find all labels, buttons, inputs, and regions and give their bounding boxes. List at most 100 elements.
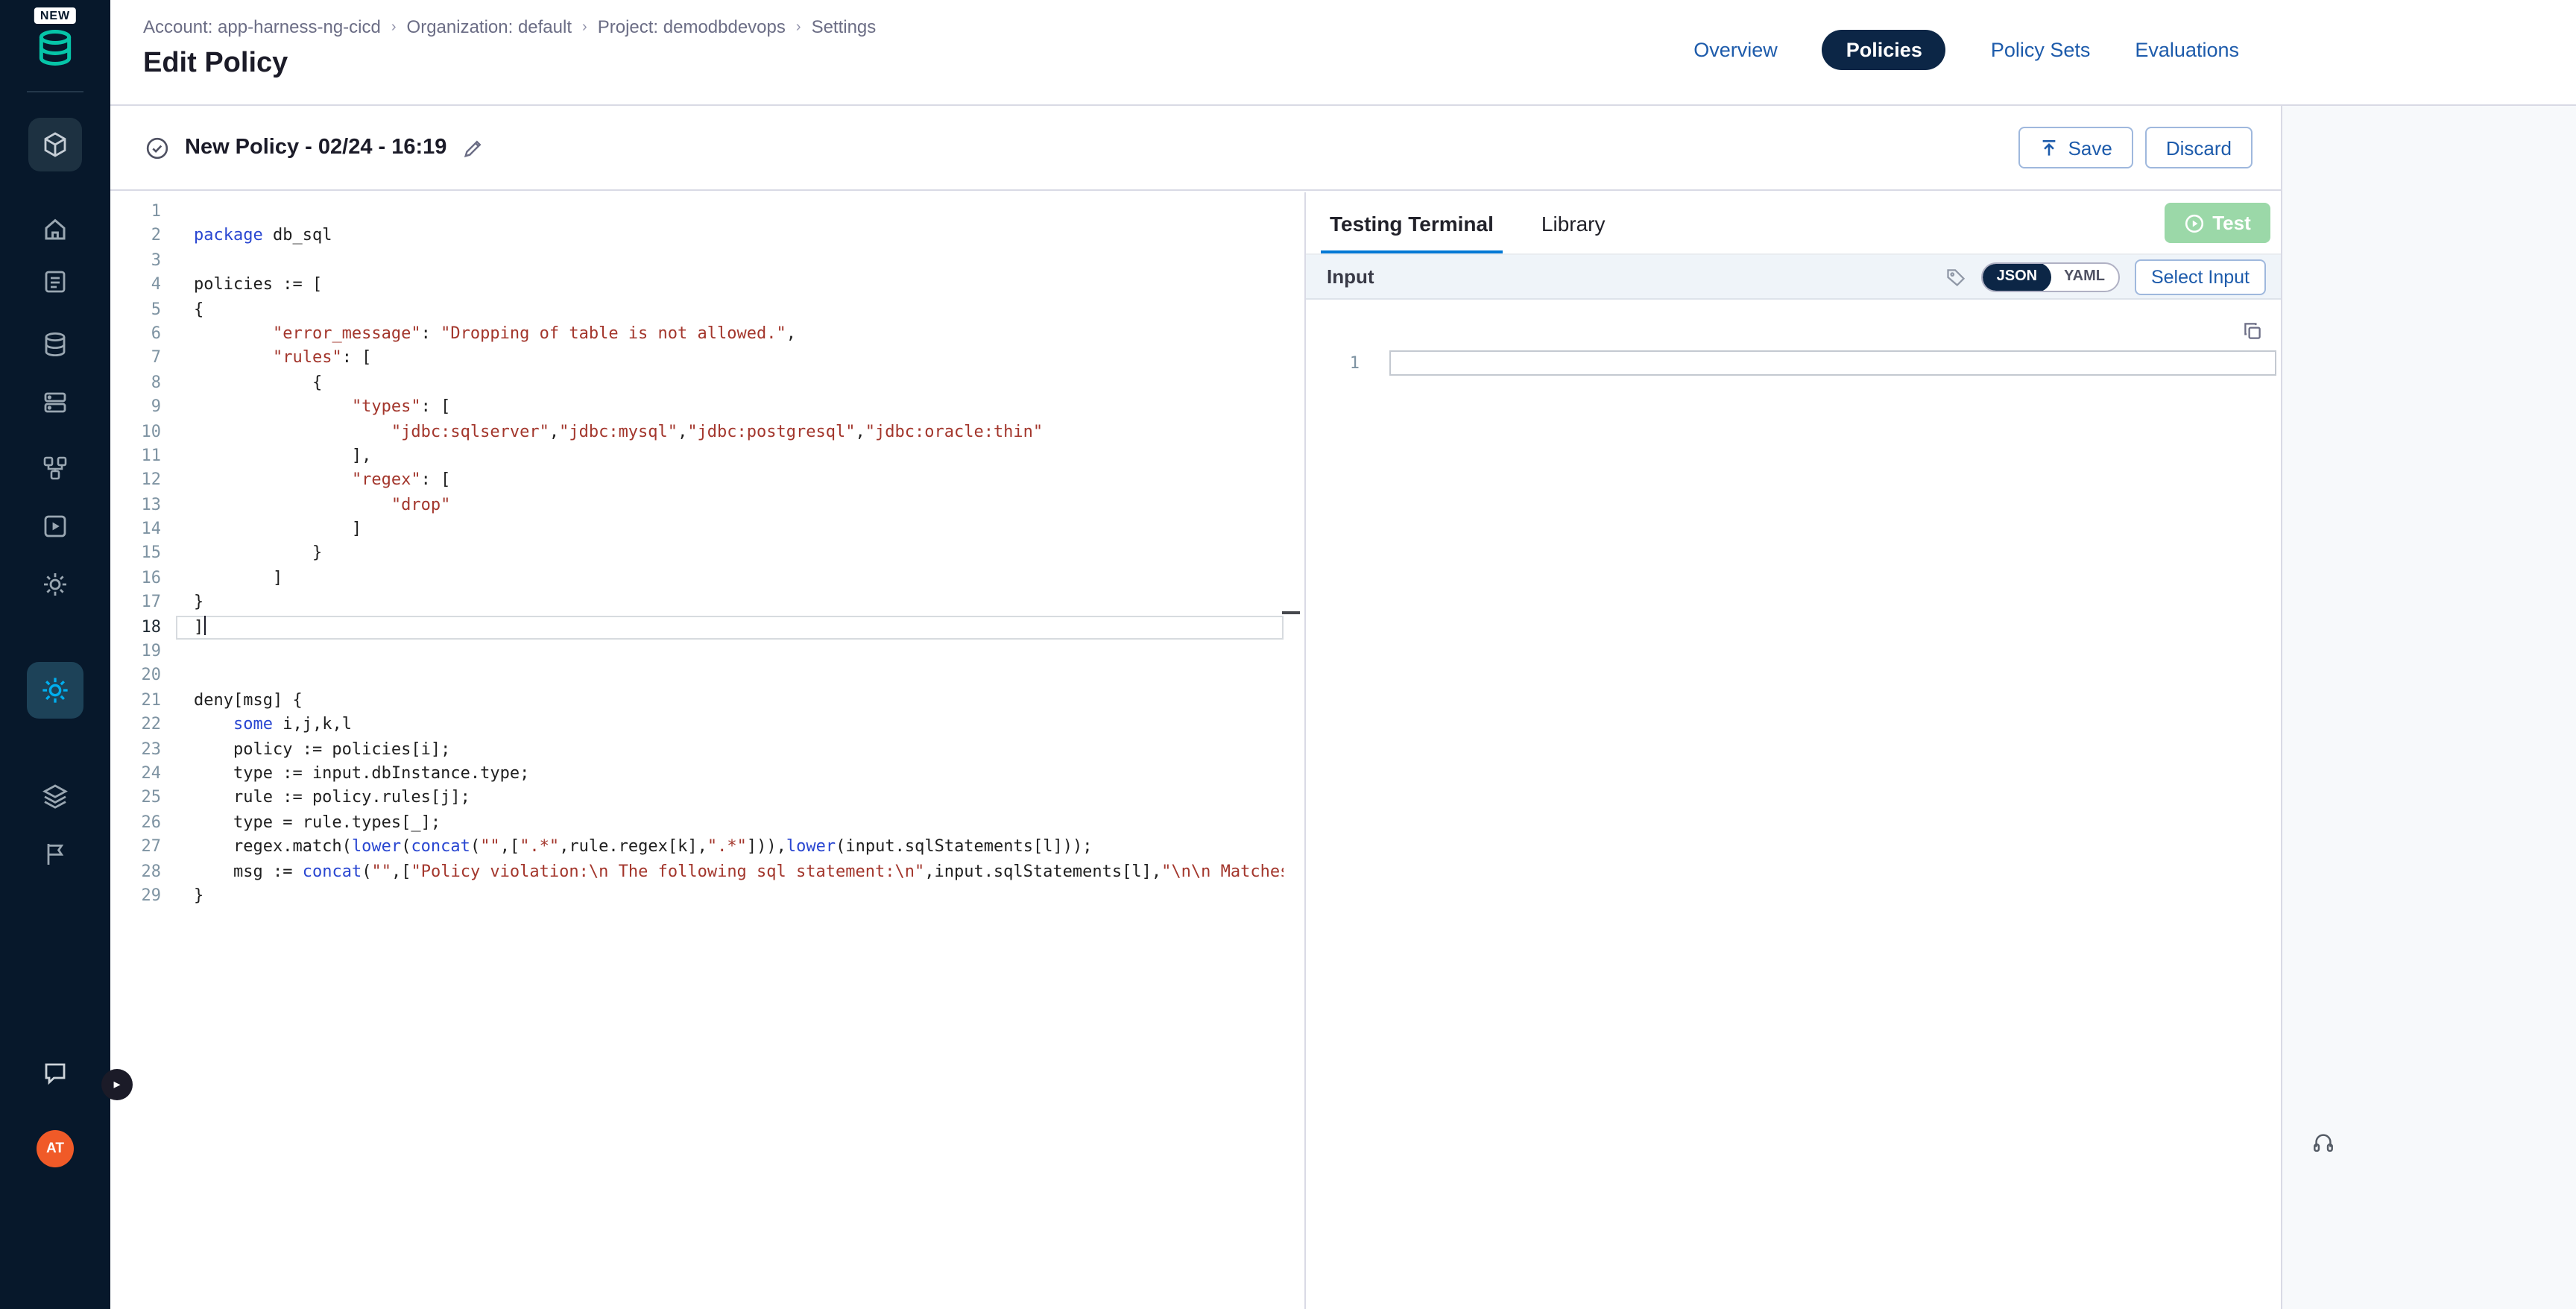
- breadcrumb-item[interactable]: Project: demodbdevops: [598, 16, 786, 37]
- modules-cube-icon[interactable]: [28, 118, 82, 171]
- breadcrumb-item[interactable]: Account: app-harness-ng-cicd: [143, 16, 381, 37]
- harness-logo-icon[interactable]: [0, 27, 110, 69]
- sidebar-expand-arrow[interactable]: ▸: [101, 1069, 133, 1100]
- input-value-box[interactable]: [1389, 350, 2276, 376]
- line-code[interactable]: type := input.dbInstance.type;: [176, 762, 1284, 786]
- line-code[interactable]: }: [176, 542, 1284, 567]
- line-code[interactable]: package db_sql: [176, 224, 1284, 249]
- editor-line[interactable]: 4policies := [: [110, 273, 1284, 297]
- line-code[interactable]: type = rule.types[_];: [176, 811, 1284, 836]
- line-code[interactable]: ]: [176, 517, 1284, 542]
- nav-evaluations[interactable]: Evaluations: [2135, 39, 2239, 61]
- tab-testing-terminal[interactable]: Testing Terminal: [1315, 192, 1509, 253]
- breadcrumb-item[interactable]: Settings: [812, 16, 877, 37]
- editor-line[interactable]: 18]: [110, 615, 1284, 640]
- line-code[interactable]: regex.match(lower(concat("",[".*",rule.r…: [176, 835, 1284, 859]
- nav-policies[interactable]: Policies: [1822, 30, 1946, 70]
- editor-line[interactable]: 23 policy := policies[i];: [110, 737, 1284, 762]
- discard-button[interactable]: Discard: [2145, 127, 2253, 168]
- editor-line[interactable]: 21deny[msg] {: [110, 689, 1284, 713]
- editor-line[interactable]: 1: [110, 200, 1284, 224]
- editor-line[interactable]: 25 rule := policy.rules[j];: [110, 786, 1284, 811]
- workflow-icon[interactable]: [0, 455, 110, 482]
- editor-line[interactable]: 15 }: [110, 542, 1284, 567]
- line-code[interactable]: ]: [176, 567, 1284, 591]
- db-stack-icon[interactable]: [0, 389, 110, 416]
- database-icon[interactable]: [0, 331, 110, 358]
- settings-gear-icon[interactable]: [0, 571, 110, 598]
- line-code[interactable]: "regex": [: [176, 469, 1284, 493]
- line-code[interactable]: policies := [: [176, 273, 1284, 297]
- line-code[interactable]: "drop": [176, 493, 1284, 517]
- editor-line[interactable]: 13 "drop": [110, 493, 1284, 517]
- code-editor[interactable]: 12package db_sql34policies := [5{6 "erro…: [110, 200, 1284, 909]
- policy-code-pane[interactable]: 12package db_sql34policies := [5{6 "erro…: [110, 192, 1306, 1309]
- line-code[interactable]: rule := policy.rules[j];: [176, 786, 1284, 811]
- modules-menu[interactable]: [0, 118, 110, 171]
- editor-line[interactable]: 7 "rules": [: [110, 347, 1284, 371]
- breadcrumb-item[interactable]: Organization: default: [407, 16, 572, 37]
- editor-line[interactable]: 17}: [110, 591, 1284, 616]
- line-code[interactable]: [176, 640, 1284, 664]
- flag-icon[interactable]: [0, 841, 110, 868]
- avatar[interactable]: AT: [37, 1130, 74, 1167]
- test-button[interactable]: Test: [2165, 203, 2270, 243]
- copy-icon[interactable]: [2242, 321, 2263, 341]
- editor-line[interactable]: 24 type := input.dbInstance.type;: [110, 762, 1284, 786]
- editor-line[interactable]: 9 "types": [: [110, 395, 1284, 420]
- editor-line[interactable]: 14 ]: [110, 517, 1284, 542]
- line-code[interactable]: deny[msg] {: [176, 689, 1284, 713]
- line-code[interactable]: "rules": [: [176, 347, 1284, 371]
- tab-library[interactable]: Library: [1527, 192, 1620, 253]
- editor-line[interactable]: 3: [110, 249, 1284, 274]
- select-input-button[interactable]: Select Input: [2135, 259, 2266, 294]
- input-editor[interactable]: 1: [1306, 300, 2281, 598]
- editor-line[interactable]: 12 "regex": [: [110, 469, 1284, 493]
- line-code[interactable]: [176, 664, 1284, 689]
- line-code[interactable]: }: [176, 884, 1284, 909]
- line-code[interactable]: msg := concat("",["Policy violation:\n T…: [176, 859, 1284, 884]
- editor-line[interactable]: 6 "error_message": "Dropping of table is…: [110, 322, 1284, 347]
- editor-line[interactable]: 20: [110, 664, 1284, 689]
- editor-line[interactable]: 27 regex.match(lower(concat("",[".*",rul…: [110, 835, 1284, 859]
- nav-overview[interactable]: Overview: [1693, 39, 1778, 61]
- line-code[interactable]: "types": [: [176, 395, 1284, 420]
- editor-line[interactable]: 10 "jdbc:sqlserver","jdbc:mysql","jdbc:p…: [110, 420, 1284, 444]
- chat-icon[interactable]: [0, 1060, 110, 1087]
- line-number: 5: [110, 297, 176, 322]
- line-code[interactable]: ],: [176, 444, 1284, 469]
- line-code[interactable]: {: [176, 297, 1284, 322]
- line-code[interactable]: ]: [176, 615, 1284, 640]
- home-icon[interactable]: [0, 216, 110, 243]
- editor-line[interactable]: 22 some i,j,k,l: [110, 713, 1284, 737]
- project-settings-selected[interactable]: [0, 662, 110, 719]
- support-headset-icon[interactable]: [2311, 1130, 2336, 1155]
- layers-icon[interactable]: [0, 783, 110, 810]
- editor-line[interactable]: 19: [110, 640, 1284, 664]
- project-settings-gear-icon[interactable]: [27, 662, 83, 719]
- executions-play-icon[interactable]: [0, 513, 110, 540]
- nav-policy-sets[interactable]: Policy Sets: [1991, 39, 2091, 61]
- line-code[interactable]: policy := policies[i];: [176, 737, 1284, 762]
- save-button[interactable]: Save: [2019, 127, 2133, 168]
- edit-pencil-icon[interactable]: [461, 136, 484, 159]
- editor-line[interactable]: 8 {: [110, 370, 1284, 395]
- editor-line[interactable]: 26 type = rule.types[_];: [110, 811, 1284, 836]
- tag-icon[interactable]: [1946, 266, 1967, 287]
- line-code[interactable]: some i,j,k,l: [176, 713, 1284, 737]
- format-json-option[interactable]: JSON: [1983, 262, 2051, 291]
- line-code[interactable]: [176, 200, 1284, 224]
- editor-line[interactable]: 28 msg := concat("",["Policy violation:\…: [110, 859, 1284, 884]
- line-code[interactable]: "error_message": "Dropping of table is n…: [176, 322, 1284, 347]
- format-yaml-option[interactable]: YAML: [2051, 262, 2118, 291]
- editor-line[interactable]: 11 ],: [110, 444, 1284, 469]
- editor-line[interactable]: 29}: [110, 884, 1284, 909]
- editor-line[interactable]: 2package db_sql: [110, 224, 1284, 249]
- line-code[interactable]: }: [176, 591, 1284, 616]
- checklist-icon[interactable]: [0, 268, 110, 295]
- line-code[interactable]: "jdbc:sqlserver","jdbc:mysql","jdbc:post…: [176, 420, 1284, 444]
- editor-line[interactable]: 16 ]: [110, 567, 1284, 591]
- editor-line[interactable]: 5{: [110, 297, 1284, 322]
- line-code[interactable]: {: [176, 370, 1284, 395]
- line-code[interactable]: [176, 249, 1284, 274]
